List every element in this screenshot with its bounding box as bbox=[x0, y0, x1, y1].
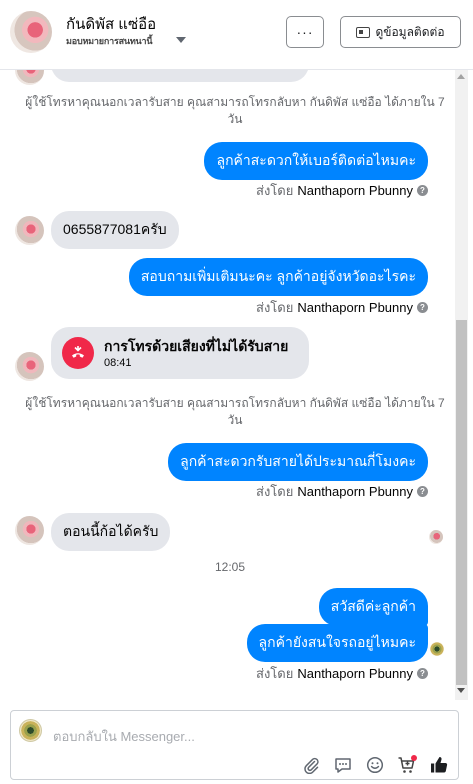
like-thumb-icon[interactable] bbox=[429, 755, 449, 775]
sent-by-line: ส่งโดย Nanthaporn Pbunny ? bbox=[256, 663, 428, 684]
sent-by-prefix: ส่งโดย bbox=[256, 666, 294, 681]
contact-avatar-small bbox=[15, 352, 44, 381]
message-thread[interactable]: ผู้ใช้โทรหาคุณนอกเวลารับสาย คุณสามารถโทร… bbox=[0, 70, 473, 700]
missed-call-card[interactable]: การโทรด้วยเสียงที่ไม่ได้รับสาย 08:41 bbox=[51, 327, 309, 379]
message-bubble-outgoing[interactable]: ลูกค้าสะดวกรับสายได้ประมาณกี่โมงคะ bbox=[168, 443, 428, 481]
attachment-icon[interactable] bbox=[301, 755, 321, 775]
seen-avatar bbox=[429, 530, 443, 544]
scrollbar-thumb[interactable] bbox=[456, 320, 467, 685]
seen-avatar bbox=[430, 642, 444, 656]
conversation-header: กันดิพัส แซ่อือ มอบหมายการสนทนานี้ ··· ด… bbox=[0, 0, 473, 70]
missed-call-time: 08:41 bbox=[104, 357, 132, 369]
contact-card-icon bbox=[356, 26, 371, 38]
reply-composer[interactable]: ตอบกลับใน Messenger... bbox=[10, 710, 459, 780]
message-bubble-outgoing[interactable]: ลูกค้ายังสนใจรถอยู่ไหมคะ bbox=[246, 624, 428, 662]
emoji-icon[interactable] bbox=[365, 755, 385, 775]
message-bubble-incoming[interactable]: 0655877081ครับ bbox=[51, 211, 179, 249]
time-separator: 12:05 bbox=[214, 560, 246, 574]
sent-by-name: Nanthaporn Pbunny bbox=[297, 484, 413, 499]
more-options-button[interactable]: ··· bbox=[286, 16, 324, 48]
sent-by-prefix: ส่งโดย bbox=[256, 484, 294, 499]
message-bubble-outgoing[interactable]: สอบถามเพิ่มเติมนะคะ ลูกค้าอยู่จังหวัดอะไ… bbox=[128, 258, 428, 296]
info-icon[interactable]: ? bbox=[417, 668, 428, 679]
add-to-cart-icon[interactable] bbox=[397, 755, 417, 775]
message-bubble-outgoing[interactable]: ลูกค้าสะดวกให้เบอร์ติดต่อไหมคะ bbox=[204, 142, 428, 180]
contact-avatar[interactable] bbox=[10, 11, 52, 53]
saved-reply-icon[interactable] bbox=[333, 755, 353, 775]
sent-by-name: Nanthaporn Pbunny bbox=[297, 666, 413, 681]
scroll-down-arrow-icon[interactable] bbox=[457, 688, 465, 693]
composer-area: ตอบกลับใน Messenger... bbox=[0, 700, 473, 784]
message-bubble-incoming[interactable] bbox=[51, 70, 309, 82]
contact-avatar-small bbox=[15, 70, 44, 85]
view-contact-button[interactable]: ดูข้อมูลติดต่อ bbox=[340, 16, 461, 48]
sent-by-name: Nanthaporn Pbunny bbox=[297, 300, 413, 315]
missed-call-notice: ผู้ใช้โทรหาคุณนอกเวลารับสาย คุณสามารถโทร… bbox=[25, 95, 445, 126]
missed-call-icon bbox=[62, 337, 94, 369]
sent-by-line: ส่งโดย Nanthaporn Pbunny ? bbox=[256, 297, 428, 318]
assign-conversation-label[interactable]: มอบหมายการสนทนานี้ bbox=[66, 34, 153, 48]
info-icon[interactable]: ? bbox=[417, 486, 428, 497]
chevron-down-icon[interactable] bbox=[176, 37, 186, 43]
contact-name[interactable]: กันดิพัส แซ่อือ bbox=[66, 12, 156, 36]
missed-call-notice: ผู้ใช้โทรหาคุณนอกเวลารับสาย คุณสามารถโทร… bbox=[25, 396, 445, 427]
reply-input[interactable]: ตอบกลับใน Messenger... bbox=[53, 726, 195, 747]
missed-call-title: การโทรด้วยเสียงที่ไม่ได้รับสาย bbox=[104, 338, 289, 354]
sent-by-line: ส่งโดย Nanthaporn Pbunny ? bbox=[256, 180, 428, 201]
sent-by-prefix: ส่งโดย bbox=[256, 300, 294, 315]
contact-avatar-small bbox=[15, 216, 44, 245]
contact-avatar-small bbox=[15, 516, 44, 545]
sent-by-line: ส่งโดย Nanthaporn Pbunny ? bbox=[256, 481, 428, 502]
sent-by-prefix: ส่งโดย bbox=[256, 183, 294, 198]
view-contact-label: ดูข้อมูลติดต่อ bbox=[375, 24, 445, 39]
message-bubble-incoming[interactable]: ตอนนี้ก้อได้ครับ bbox=[51, 513, 171, 551]
sent-by-name: Nanthaporn Pbunny bbox=[297, 183, 413, 198]
page-avatar bbox=[19, 719, 42, 742]
scroll-up-arrow-icon[interactable] bbox=[457, 74, 465, 79]
info-icon[interactable]: ? bbox=[417, 185, 428, 196]
info-icon[interactable]: ? bbox=[417, 302, 428, 313]
message-bubble-outgoing[interactable]: สวัสดีค่ะลูกค้า bbox=[318, 588, 428, 626]
